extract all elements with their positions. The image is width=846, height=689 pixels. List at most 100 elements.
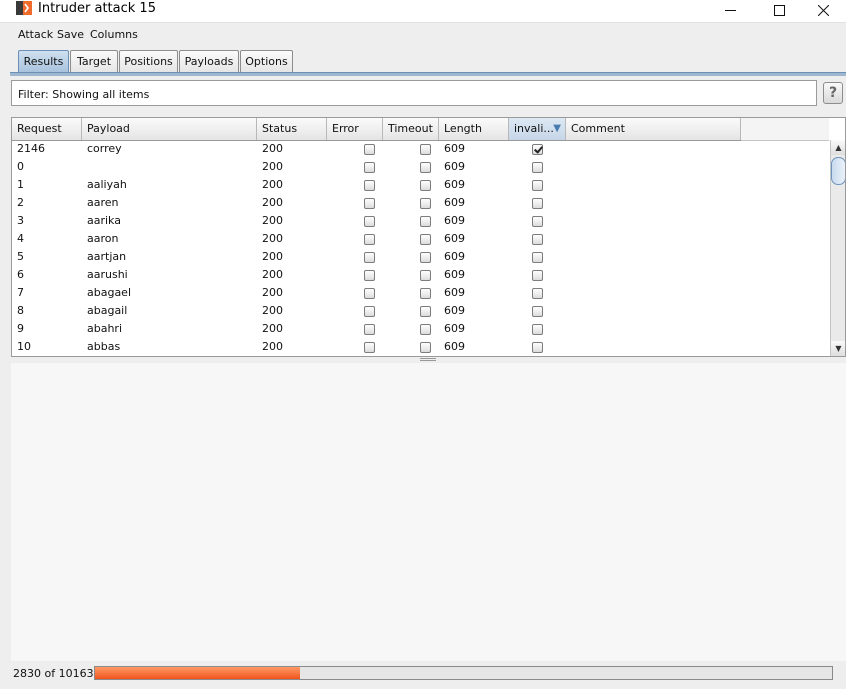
filter-bar[interactable]: Filter: Showing all items bbox=[11, 80, 817, 106]
cell-invalid-checkbox bbox=[532, 270, 543, 281]
cell-status: 200 bbox=[262, 268, 283, 281]
maximize-button[interactable] bbox=[756, 0, 802, 20]
tab-target[interactable]: Target bbox=[70, 50, 118, 72]
header-filler bbox=[741, 118, 829, 141]
cell-timeout-checkbox bbox=[420, 144, 431, 155]
cell-status: 200 bbox=[262, 304, 283, 317]
cell-timeout-checkbox bbox=[420, 324, 431, 335]
help-icon: ? bbox=[828, 85, 838, 101]
progress-bar bbox=[94, 666, 833, 680]
table-row[interactable]: 6 aarushi 200 609 bbox=[12, 266, 830, 284]
table-row[interactable]: 2 aaren 200 609 bbox=[12, 194, 830, 212]
cell-error-checkbox bbox=[364, 306, 375, 317]
cell-invalid-checkbox bbox=[532, 198, 543, 209]
col-length[interactable]: Length bbox=[439, 118, 509, 140]
minimize-button[interactable] bbox=[707, 0, 753, 20]
menu-attack[interactable]: Attack bbox=[18, 28, 53, 41]
cell-invalid-checkbox bbox=[532, 342, 543, 353]
col-payload[interactable]: Payload bbox=[82, 118, 257, 140]
minimize-icon bbox=[724, 9, 736, 11]
cell-payload: abagail bbox=[87, 304, 128, 317]
pane-splitter[interactable] bbox=[420, 358, 436, 362]
cell-status: 200 bbox=[262, 232, 283, 245]
sort-desc-icon: ▼ bbox=[553, 123, 561, 134]
scroll-down-icon[interactable]: ▼ bbox=[831, 341, 845, 356]
table-row[interactable]: 5 aartjan 200 609 bbox=[12, 248, 830, 266]
tab-options[interactable]: Options bbox=[240, 50, 293, 72]
col-timeout[interactable]: Timeout bbox=[383, 118, 439, 140]
cell-timeout-checkbox bbox=[420, 162, 431, 173]
table-header: Request Payload Status Error Timeout Len… bbox=[12, 118, 741, 141]
col-invalid-label: invali... bbox=[514, 122, 554, 135]
cell-timeout-checkbox bbox=[420, 216, 431, 227]
cell-error-checkbox bbox=[364, 180, 375, 191]
cell-comment bbox=[566, 176, 571, 194]
menu-save[interactable]: Save bbox=[57, 28, 84, 41]
cell-status: 200 bbox=[262, 340, 283, 353]
cell-payload: aarushi bbox=[87, 268, 128, 281]
help-button[interactable]: ? bbox=[823, 82, 843, 104]
cell-request: 6 bbox=[17, 268, 24, 281]
cell-invalid-checkbox bbox=[532, 144, 543, 155]
table-row[interactable]: 10 abbas 200 609 bbox=[12, 338, 830, 356]
cell-status: 200 bbox=[262, 322, 283, 335]
tab-positions[interactable]: Positions bbox=[119, 50, 178, 72]
tab-results[interactable]: Results bbox=[18, 50, 69, 72]
table-row[interactable]: 9 abahri 200 609 bbox=[12, 320, 830, 338]
cell-comment bbox=[566, 248, 571, 266]
table-row[interactable]: 8 abagail 200 609 bbox=[12, 302, 830, 320]
cell-payload: abahri bbox=[87, 322, 123, 335]
cell-error-checkbox bbox=[364, 234, 375, 245]
cell-length: 609 bbox=[444, 142, 465, 155]
table-row[interactable]: 4 aaron 200 609 bbox=[12, 230, 830, 248]
table-row[interactable]: 7 abagael 200 609 bbox=[12, 284, 830, 302]
cell-length: 609 bbox=[444, 286, 465, 299]
col-comment[interactable]: Comment bbox=[566, 118, 741, 140]
cell-length: 609 bbox=[444, 322, 465, 335]
col-error[interactable]: Error bbox=[327, 118, 383, 140]
close-button[interactable] bbox=[800, 0, 846, 20]
table-body: 2146 correy 200 609 0 200 609 1 aaliyah 200 609 2 aa… bbox=[12, 140, 830, 356]
scroll-thumb[interactable] bbox=[831, 157, 845, 185]
cell-error-checkbox bbox=[364, 270, 375, 281]
cell-status: 200 bbox=[262, 286, 283, 299]
table-row[interactable]: 2146 correy 200 609 bbox=[12, 140, 830, 158]
title-bar: Intruder attack 15 bbox=[0, 0, 846, 23]
col-invalid[interactable]: invali... ▼ bbox=[509, 118, 566, 140]
cell-payload: abagael bbox=[87, 286, 132, 299]
cell-timeout-checkbox bbox=[420, 306, 431, 317]
cell-length: 609 bbox=[444, 340, 465, 353]
cell-comment bbox=[566, 320, 571, 338]
cell-status: 200 bbox=[262, 214, 283, 227]
col-request[interactable]: Request bbox=[12, 118, 82, 140]
burp-app-icon bbox=[16, 1, 32, 15]
table-row[interactable]: 1 aaliyah 200 609 bbox=[12, 176, 830, 194]
progress-label: 2830 of 10163 bbox=[13, 667, 94, 680]
cell-request: 10 bbox=[17, 340, 31, 353]
cell-request: 7 bbox=[17, 286, 24, 299]
cell-length: 609 bbox=[444, 250, 465, 263]
cell-length: 609 bbox=[444, 214, 465, 227]
cell-request: 0 bbox=[17, 160, 24, 173]
cell-error-checkbox bbox=[364, 324, 375, 335]
progress-fill bbox=[95, 667, 301, 679]
menu-columns[interactable]: Columns bbox=[90, 28, 138, 41]
tab-payloads[interactable]: Payloads bbox=[179, 50, 239, 72]
cell-error-checkbox bbox=[364, 342, 375, 353]
scroll-up-icon[interactable]: ▲ bbox=[831, 140, 845, 155]
cell-invalid-checkbox bbox=[532, 162, 543, 173]
vertical-scrollbar[interactable]: ▲ ▼ bbox=[830, 140, 845, 356]
cell-status: 200 bbox=[262, 196, 283, 209]
close-icon bbox=[817, 4, 829, 16]
cell-request: 9 bbox=[17, 322, 24, 335]
cell-length: 609 bbox=[444, 178, 465, 191]
cell-status: 200 bbox=[262, 142, 283, 155]
cell-timeout-checkbox bbox=[420, 198, 431, 209]
table-row[interactable]: 0 200 609 bbox=[12, 158, 830, 176]
cell-comment bbox=[566, 338, 571, 356]
cell-request: 4 bbox=[17, 232, 24, 245]
cell-error-checkbox bbox=[364, 252, 375, 263]
cell-length: 609 bbox=[444, 304, 465, 317]
col-status[interactable]: Status bbox=[257, 118, 327, 140]
table-row[interactable]: 3 aarika 200 609 bbox=[12, 212, 830, 230]
